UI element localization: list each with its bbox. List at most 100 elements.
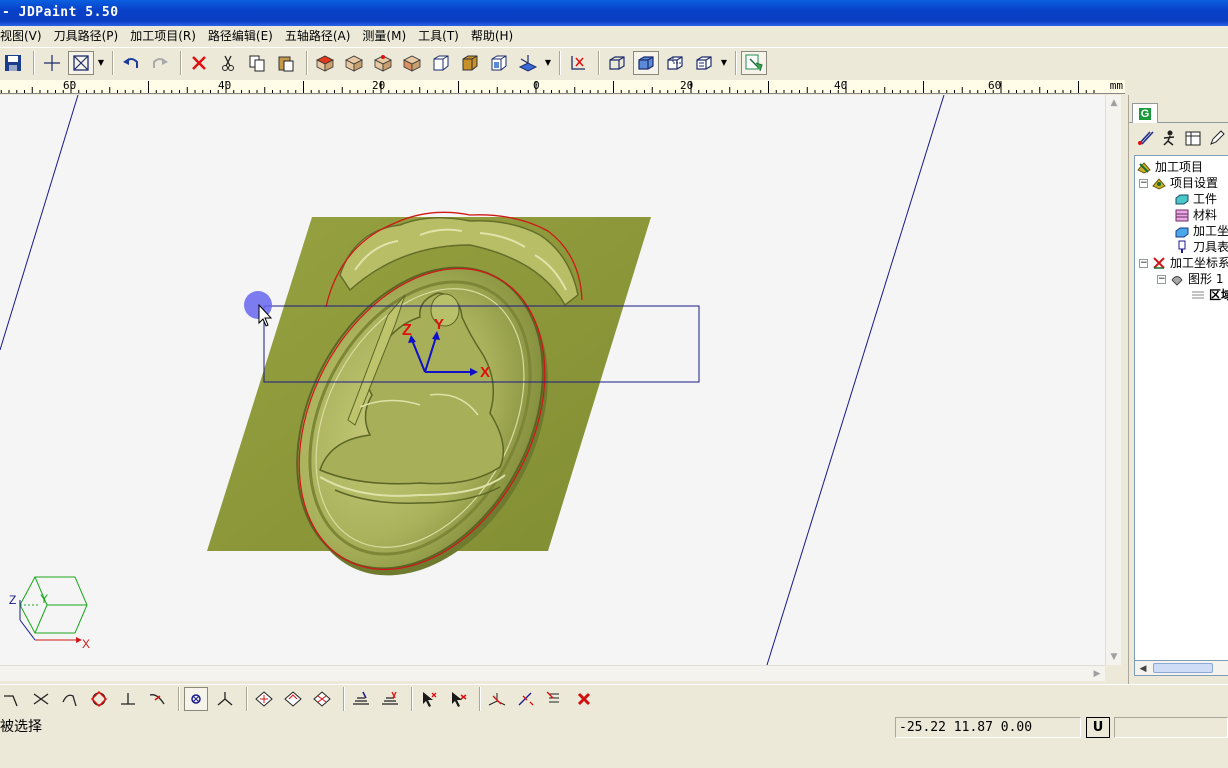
snap-endpoint-button[interactable] — [0, 687, 24, 711]
pick-exclude-button[interactable] — [446, 687, 470, 711]
tree-item-shape[interactable]: − 图形 1 — [1157, 271, 1223, 287]
menu-view[interactable]: 视图(V) — [0, 27, 48, 44]
table-tool-button[interactable] — [1181, 127, 1205, 149]
view-iso-button[interactable] — [486, 51, 512, 75]
transform-2-button[interactable] — [514, 687, 538, 711]
view-front-button[interactable] — [370, 51, 396, 75]
horizontal-scrollbar[interactable]: ▶ — [0, 665, 1105, 681]
ruler-unit: mm — [1109, 80, 1123, 92]
shaded-cube-icon — [638, 55, 654, 70]
triad-label-x: X — [82, 637, 90, 651]
snap-nearest-button[interactable] — [145, 687, 169, 711]
tree-item-machining-coords[interactable]: 加工坐标 — [1175, 223, 1228, 239]
menu-help[interactable]: 帮助(H) — [465, 27, 519, 44]
main-toolbar: ▼ ▼ ▼ — [0, 47, 1228, 77]
render-mode-dropdown[interactable]: ▼ — [720, 51, 728, 75]
redo-button[interactable] — [147, 51, 173, 75]
scroll-right-arrow[interactable]: ▶ — [1089, 666, 1105, 682]
cut-button[interactable] — [215, 51, 241, 75]
toolbar-separator — [246, 686, 248, 711]
view-axis-button[interactable] — [515, 51, 541, 75]
chevron-down-icon: ▼ — [544, 58, 552, 67]
view-right-button[interactable] — [457, 51, 483, 75]
menu-five-axis[interactable]: 五轴路径(A) — [279, 27, 357, 44]
toolbar-separator — [178, 686, 180, 711]
coordinate-system-button[interactable] — [565, 51, 591, 75]
transform-3-button[interactable] — [543, 687, 567, 711]
shaded-view-button[interactable] — [633, 50, 659, 75]
horizontal-ruler: 60 40 20 0 20 40 60 mm — [0, 80, 1125, 94]
path-sim-button[interactable] — [741, 50, 767, 75]
tree-item-material[interactable]: 材料 — [1175, 207, 1217, 223]
scroll-left-arrow[interactable]: ◀ — [1135, 661, 1151, 677]
project-tree[interactable]: 加工项目 − 项目设置 工件 材料 加工坐标 刀具表 — [1134, 155, 1228, 665]
view-axis-dropdown[interactable]: ▼ — [544, 51, 552, 75]
cube-select-2-button[interactable] — [281, 687, 305, 711]
cancel-button[interactable] — [572, 687, 596, 711]
menu-machining-project[interactable]: 加工项目(R) — [124, 27, 202, 44]
view-left-button[interactable] — [428, 51, 454, 75]
snap-tangent-button[interactable] — [58, 687, 82, 711]
snap-intersection-button[interactable] — [29, 687, 53, 711]
snap-angle-button[interactable] — [213, 687, 237, 711]
hidden-line-cube-icon — [667, 55, 683, 70]
axis-label-z: Z — [402, 322, 412, 339]
menu-toolpath[interactable]: 刀具路径(P) — [48, 27, 125, 44]
status-message: 被选择 — [0, 719, 42, 735]
tree-item-tool-table[interactable]: 刀具表 — [1175, 239, 1228, 255]
layer-2-button[interactable] — [378, 687, 402, 711]
render-mode-icon — [696, 55, 712, 70]
unit-toggle-button[interactable]: U — [1086, 717, 1110, 738]
tree-item-coordinate-system[interactable]: − 加工坐标系 — [1139, 255, 1228, 271]
undo-button[interactable] — [118, 51, 144, 75]
layer-icon — [382, 691, 398, 705]
view-back-button[interactable] — [399, 51, 425, 75]
perpendicular-snap-icon — [121, 692, 135, 705]
scroll-up-arrow[interactable]: ▲ — [1106, 95, 1122, 111]
vertical-scrollbar[interactable]: ▲ ▼ — [1105, 95, 1121, 665]
scroll-thumb[interactable] — [1153, 663, 1213, 673]
collapse-toggle[interactable]: − — [1139, 258, 1148, 268]
figure-tool-button[interactable] — [1157, 127, 1181, 149]
triad-label-z: Z — [9, 593, 16, 607]
menu-tools[interactable]: 工具(T) — [412, 27, 465, 44]
view-top-button[interactable] — [312, 51, 338, 75]
view-bottom-button[interactable] — [341, 51, 367, 75]
edit-tool-button[interactable] — [1205, 127, 1228, 149]
cube-select-1-button[interactable] — [252, 687, 276, 711]
3d-viewport[interactable]: X Y Z X Y Z — [0, 95, 1105, 665]
crosshair-button[interactable] — [39, 51, 65, 75]
menu-path-edit[interactable]: 路径编辑(E) — [202, 27, 279, 44]
tree-item-region[interactable]: 区域 — [1191, 287, 1228, 303]
snap-center-button[interactable] — [87, 687, 111, 711]
status-panel — [1114, 717, 1228, 738]
collapse-toggle[interactable]: − — [1157, 274, 1166, 284]
delete-button[interactable] — [186, 51, 212, 75]
tree-item-project-settings[interactable]: − 项目设置 — [1139, 175, 1218, 191]
tree-item-label: 材料 — [1193, 208, 1218, 222]
save-button[interactable] — [0, 51, 26, 75]
cube-select-3-button[interactable] — [310, 687, 334, 711]
layer-1-button[interactable] — [349, 687, 373, 711]
paste-button[interactable] — [273, 51, 299, 75]
copy-button[interactable] — [244, 51, 270, 75]
snap-point-button[interactable] — [184, 686, 208, 711]
scroll-down-arrow[interactable]: ▼ — [1106, 649, 1122, 665]
menu-measure[interactable]: 测量(M) — [356, 27, 412, 44]
viewport-canvas[interactable]: X Y Z X Y Z — [0, 95, 1105, 665]
path-tool-button[interactable] — [1133, 127, 1157, 149]
tab-g[interactable]: G — [1132, 103, 1158, 123]
select-mode-dropdown[interactable]: ▼ — [97, 51, 105, 75]
select-box-button[interactable] — [68, 50, 94, 75]
collapse-toggle[interactable]: − — [1139, 178, 1148, 188]
tree-horizontal-scrollbar[interactable]: ◀ — [1134, 660, 1228, 676]
tree-item-workpiece[interactable]: 工件 — [1175, 191, 1217, 207]
pick-button[interactable] — [417, 687, 441, 711]
hidden-line-view-button[interactable] — [662, 51, 688, 75]
snap-perpendicular-button[interactable] — [116, 687, 140, 711]
transform-1-button[interactable] — [485, 687, 509, 711]
coordinate-system-icon — [571, 55, 585, 70]
render-mode-button[interactable] — [691, 51, 717, 75]
wireframe-view-button[interactable] — [604, 51, 630, 75]
tree-item-project[interactable]: 加工项目 — [1137, 159, 1203, 175]
